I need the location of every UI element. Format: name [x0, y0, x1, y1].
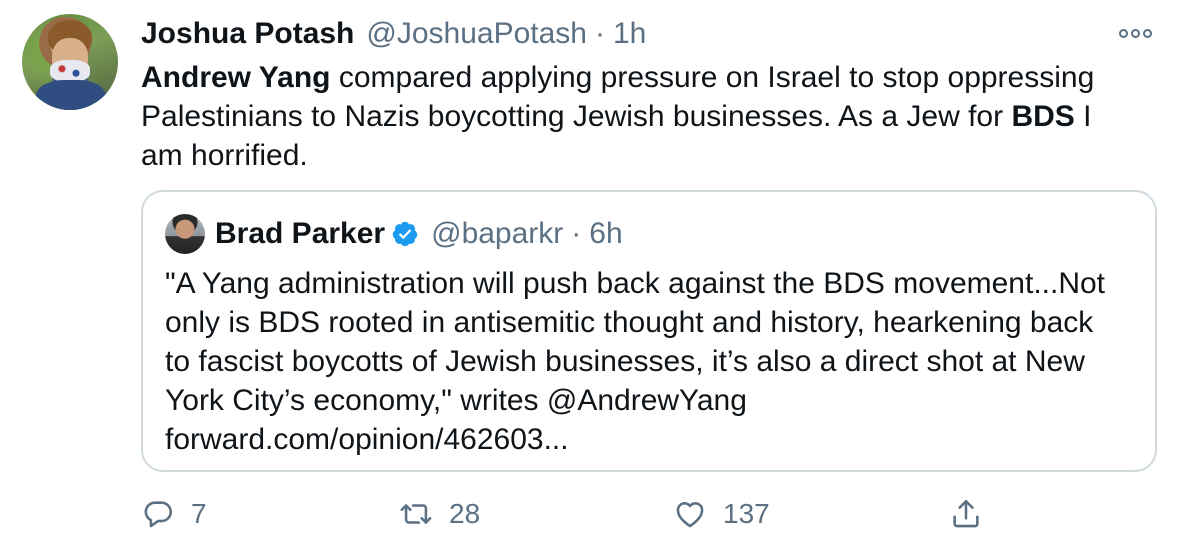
- tweet-text-line-3: am horrified.: [141, 136, 1151, 175]
- retweet-icon: [400, 504, 432, 524]
- separator-dot: ·: [594, 17, 605, 50]
- quoted-text-line: to fascist boycotts of Jewish businesses…: [165, 345, 1085, 378]
- quoted-tweet-header: Brad Parker @baparkr · 6h: [215, 212, 623, 256]
- more-horizontal-icon[interactable]: [1119, 24, 1159, 42]
- quoted-text-line: York City’s economy," writes @AndrewYang: [165, 384, 747, 417]
- tweet-header: Joshua Potash @JoshuaPotash · 1h: [141, 14, 646, 54]
- quoted-author-handle[interactable]: @baparkr: [431, 217, 563, 251]
- avatar-shirt: [36, 80, 106, 110]
- share-icon: [953, 499, 979, 528]
- tweet-timestamp[interactable]: 1h: [613, 17, 646, 51]
- quoted-author-name[interactable]: Brad Parker: [215, 217, 385, 251]
- quoted-text-line: only is BDS rooted in antisemitic though…: [165, 306, 1094, 339]
- tweet-text-segment: Palestinians to Nazis boycotting Jewish …: [141, 100, 1012, 133]
- author-name[interactable]: Joshua Potash: [141, 17, 354, 51]
- reply-button[interactable]: 7: [141, 492, 207, 536]
- like-button[interactable]: 137: [673, 492, 770, 536]
- tweet-text-segment: compared applying pressure on Israel to …: [330, 61, 1095, 94]
- tweet-text-line-1: Andrew Yang compared applying pressure o…: [141, 58, 1151, 97]
- heart-icon: [676, 502, 704, 528]
- action-bar: 7 28 137: [141, 492, 1041, 536]
- verified-badge-icon: [392, 221, 418, 247]
- author-avatar[interactable]: [22, 14, 118, 110]
- quoted-tweet-text: "A Yang administration will push back ag…: [165, 264, 1145, 459]
- quoted-tweet-timestamp[interactable]: 6h: [589, 217, 622, 251]
- author-handle[interactable]: @JoshuaPotash: [366, 17, 587, 51]
- tweet-text-segment: am horrified.: [141, 139, 308, 172]
- reply-count: 7: [191, 498, 207, 529]
- tweet-text: Andrew Yang compared applying pressure o…: [141, 58, 1151, 175]
- tweet-text-segment: I: [1074, 100, 1092, 133]
- avatar-face-mask: [50, 60, 90, 82]
- quoted-tweet[interactable]: Brad Parker @baparkr · 6h "A Yang admini…: [141, 190, 1157, 472]
- share-button[interactable]: [949, 492, 983, 536]
- mention-andrew-yang[interactable]: Andrew Yang: [141, 61, 331, 94]
- retweet-button[interactable]: 28: [399, 492, 480, 536]
- reply-icon: [144, 501, 173, 528]
- tweet[interactable]: Joshua Potash @JoshuaPotash · 1h Andrew …: [0, 0, 1180, 546]
- tweet-text-line-2: Palestinians to Nazis boycotting Jewish …: [141, 97, 1151, 136]
- bold-bds: BDS: [1011, 100, 1075, 133]
- like-count: 137: [723, 498, 770, 529]
- retweet-count: 28: [449, 498, 481, 529]
- quoted-author-avatar[interactable]: [165, 214, 205, 254]
- separator-dot: ·: [571, 217, 582, 250]
- quoted-link[interactable]: forward.com/opinion/462603...: [165, 420, 1145, 459]
- quoted-text-line: "A Yang administration will push back ag…: [165, 267, 1106, 300]
